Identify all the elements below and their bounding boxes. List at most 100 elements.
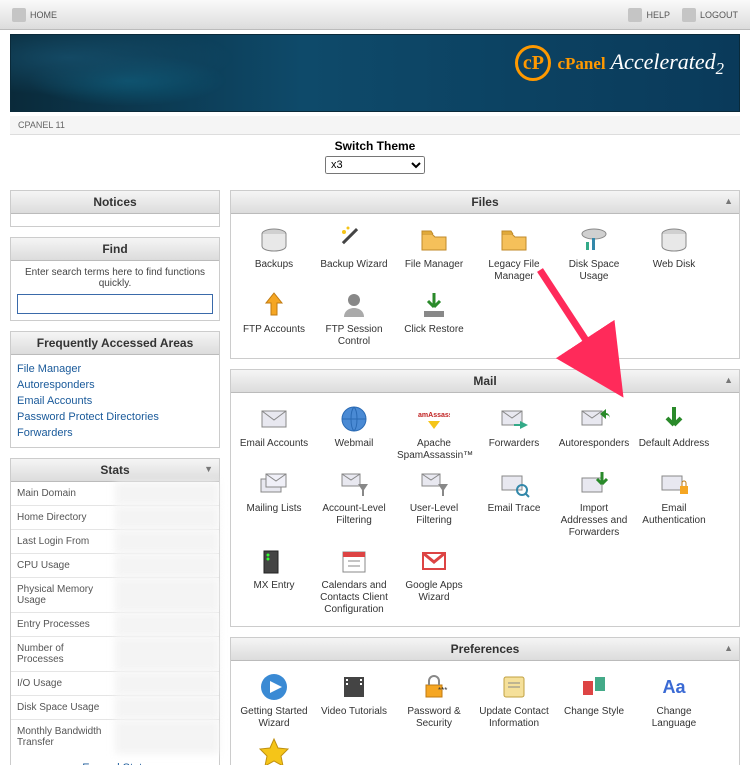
stats-row: Home Directory [11, 506, 219, 530]
calendar-icon [317, 545, 391, 577]
email-trace[interactable]: Email Trace [475, 466, 553, 541]
calendar-contacts[interactable]: Calendars and Contacts Client Configurat… [315, 543, 393, 618]
logout-link[interactable]: LOGOUT [682, 8, 738, 22]
stats-value [115, 554, 219, 578]
envelope-icon [237, 403, 311, 435]
chevron-up-icon[interactable]: ▲ [724, 196, 733, 206]
spam-icon: SpamAssassin [397, 403, 471, 435]
ftp-arrow-icon [237, 289, 311, 321]
stats-header[interactable]: Stats▼ [11, 459, 219, 482]
freq-link[interactable]: Password Protect Directories [17, 411, 159, 423]
webmail[interactable]: Webmail [315, 401, 393, 464]
stats-row: Disk Space Usage [11, 696, 219, 720]
home-link[interactable]: HOME [12, 8, 57, 22]
freq-link[interactable]: File Manager [17, 363, 81, 375]
topbar: HOME HELP LOGOUT [0, 0, 750, 30]
icon-label: MX Entry [237, 580, 311, 592]
stats-label: Monthly Bandwidth Transfer [11, 720, 115, 755]
icon-label: Calendars and Contacts Client Configurat… [317, 580, 391, 616]
ftp-session-control[interactable]: FTP Session Control [315, 287, 393, 350]
icon-label: Web Disk [637, 259, 711, 271]
prefs-header[interactable]: Preferences▲ [231, 638, 739, 661]
forwarders[interactable]: Forwarders [475, 401, 553, 464]
server-icon [237, 545, 311, 577]
change-style[interactable]: Change Style [555, 669, 633, 732]
star-icon [237, 736, 311, 765]
chevron-up-icon[interactable]: ▲ [724, 375, 733, 385]
icon-label: Default Address [637, 438, 711, 450]
icon-label: Apache SpamAssassin™ [397, 438, 471, 462]
account-filtering[interactable]: Account-Level Filtering [315, 466, 393, 541]
svg-text:SpamAssassin: SpamAssassin [418, 412, 450, 419]
freq-link[interactable]: Forwarders [17, 427, 73, 439]
getting-started[interactable]: Getting Started Wizard [235, 669, 313, 732]
icon-label: Autoresponders [557, 438, 631, 450]
icon-label: Video Tutorials [317, 706, 391, 718]
shortcuts[interactable]: Shortcuts [235, 734, 313, 765]
contact-icon [477, 671, 551, 703]
banner-logo: cPcPanel Accelerated2 [515, 45, 724, 81]
email-accounts[interactable]: Email Accounts [235, 401, 313, 464]
stats-value [115, 530, 219, 554]
icon-label: Update Contact Information [477, 706, 551, 730]
search-input[interactable] [17, 294, 213, 314]
icon-label: Email Accounts [237, 438, 311, 450]
file-manager[interactable]: File Manager [395, 222, 473, 285]
envelope-funnel-icon [397, 468, 471, 500]
expand-stats-link[interactable]: Expand Stats [11, 754, 219, 765]
backups[interactable]: Backups [235, 222, 313, 285]
stats-label: Physical Memory Usage [11, 578, 115, 613]
password-security[interactable]: ***Password & Security [395, 669, 473, 732]
envelope-lock-icon [637, 468, 711, 500]
mail-header[interactable]: Mail▲ [231, 370, 739, 393]
change-language[interactable]: AaChange Language [635, 669, 713, 732]
files-header[interactable]: Files▲ [231, 191, 739, 214]
legacy-file-manager[interactable]: Legacy File Manager [475, 222, 553, 285]
help-link[interactable]: HELP [628, 8, 670, 22]
disk-chart-icon [557, 224, 631, 256]
update-contact[interactable]: Update Contact Information [475, 669, 553, 732]
stats-label: Disk Space Usage [11, 696, 115, 720]
chevron-up-icon[interactable]: ▲ [724, 643, 733, 653]
icon-label: Account-Level Filtering [317, 503, 391, 527]
stats-row: I/O Usage [11, 672, 219, 696]
find-header[interactable]: Find [11, 238, 219, 261]
autoresponders[interactable]: Autoresponders [555, 401, 633, 464]
user-filtering[interactable]: User-Level Filtering [395, 466, 473, 541]
icon-label: Change Style [557, 706, 631, 718]
icon-label: Import Addresses and Forwarders [557, 503, 631, 539]
disk-space-usage[interactable]: Disk Space Usage [555, 222, 633, 285]
freq-link[interactable]: Email Accounts [17, 395, 92, 407]
stats-value [115, 482, 219, 506]
wand-icon [317, 224, 391, 256]
import-addresses[interactable]: Import Addresses and Forwarders [555, 466, 633, 541]
switch-theme: Switch Theme x3 [0, 139, 750, 174]
mx-entry[interactable]: MX Entry [235, 543, 313, 618]
breadcrumb: CPANEL 11 [10, 116, 740, 135]
envelope-funnel-icon [317, 468, 391, 500]
icon-label: Google Apps Wizard [397, 580, 471, 604]
ftp-accounts[interactable]: FTP Accounts [235, 287, 313, 350]
notices-header[interactable]: Notices [11, 191, 219, 214]
google-apps[interactable]: Google Apps Wizard [395, 543, 473, 618]
icon-label: Mailing Lists [237, 503, 311, 515]
web-disk[interactable]: Web Disk [635, 222, 713, 285]
freq-header[interactable]: Frequently Accessed Areas [11, 332, 219, 355]
chevron-down-icon[interactable]: ▼ [204, 464, 213, 474]
home-icon [12, 8, 26, 22]
freq-link[interactable]: Autoresponders [17, 379, 95, 391]
switch-theme-label: Switch Theme [0, 139, 750, 153]
email-auth[interactable]: Email Authentication [635, 466, 713, 541]
default-address[interactable]: Default Address [635, 401, 713, 464]
find-panel: Find Enter search terms here to find fun… [10, 237, 220, 321]
stats-value [115, 696, 219, 720]
video-tutorials[interactable]: Video Tutorials [315, 669, 393, 732]
mailing-lists[interactable]: Mailing Lists [235, 466, 313, 541]
svg-text:Aa: Aa [662, 677, 686, 697]
spamassassin[interactable]: SpamAssassin Apache SpamAssassin™ [395, 401, 473, 464]
backup-wizard[interactable]: Backup Wizard [315, 222, 393, 285]
theme-select[interactable]: x3 [325, 156, 425, 174]
envelopes-icon [237, 468, 311, 500]
icon-label: Email Authentication [637, 503, 711, 527]
click-restore[interactable]: Click Restore [395, 287, 473, 350]
